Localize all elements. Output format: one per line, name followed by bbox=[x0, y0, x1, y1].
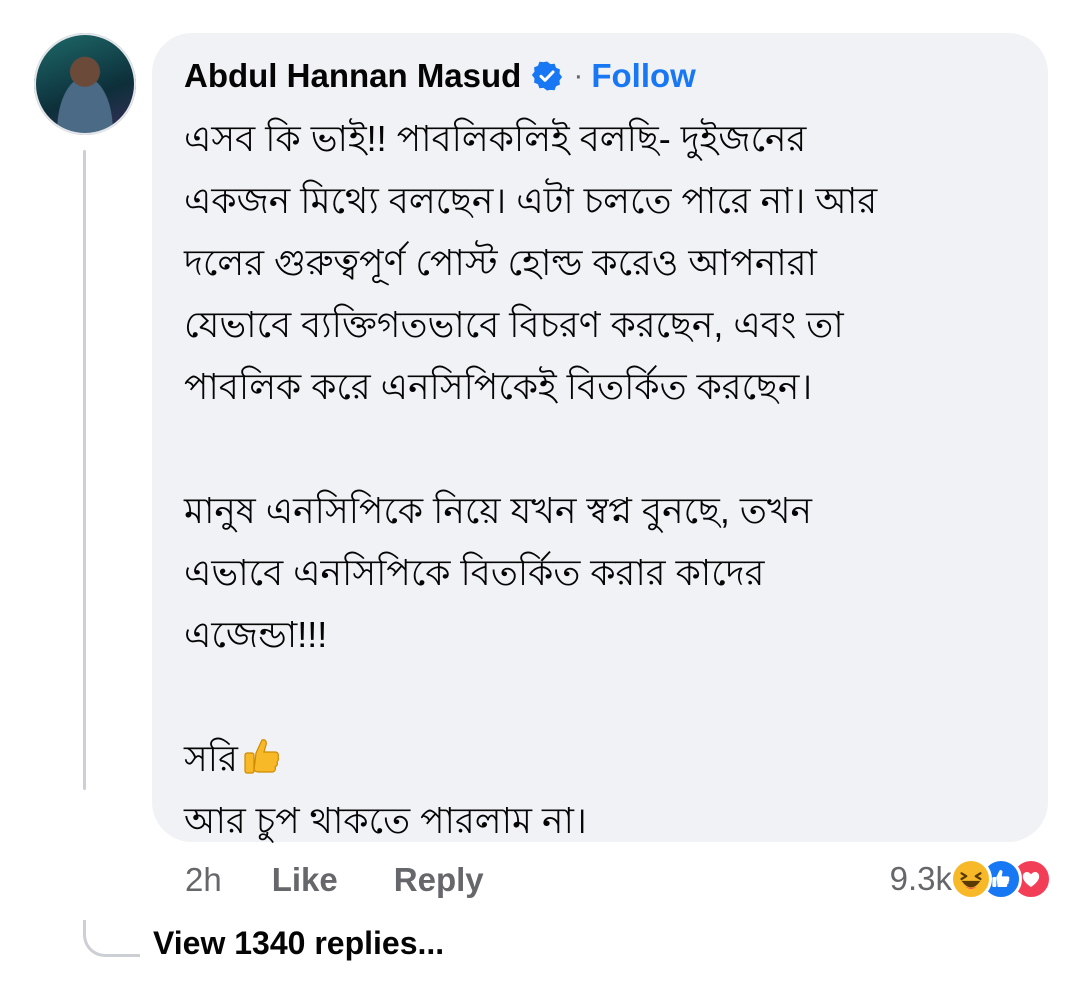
reaction-summary[interactable]: 9.3k bbox=[890, 856, 1052, 902]
timestamp[interactable]: 2h bbox=[185, 861, 222, 899]
thumbs-up-icon bbox=[242, 734, 280, 774]
thread-connector bbox=[83, 920, 140, 957]
comment-line: পাবলিক করে এনসিপিকেই বিতর্কিত করছেন। bbox=[184, 366, 813, 407]
header-separator: · bbox=[573, 59, 584, 92]
follow-button[interactable]: Follow bbox=[591, 57, 695, 95]
reply-button[interactable]: Reply bbox=[394, 861, 484, 899]
reaction-count[interactable]: 9.3k bbox=[890, 860, 952, 898]
author-avatar[interactable] bbox=[34, 33, 136, 135]
comment-body: এসব কি ভাই!! পাবলিকলিই বলছি- দুইজনের একজ… bbox=[184, 108, 1014, 852]
haha-icon bbox=[950, 858, 992, 900]
comment-line-sorry: সরি bbox=[184, 728, 1014, 790]
verified-badge-icon bbox=[531, 60, 563, 92]
comment-line: আর চুপ থাকতে পারলাম না। bbox=[184, 800, 587, 841]
comment-line: দলের গুরুত্বপূর্ণ পোস্ট হোল্ড করেও আপনার… bbox=[184, 242, 817, 283]
comment-line: মানুষ এনসিপিকে নিয়ে যখন স্বপ্ন বুনছে, ত… bbox=[184, 490, 812, 531]
view-replies-link[interactable]: View 1340 replies... bbox=[153, 925, 444, 962]
thread-line bbox=[83, 150, 86, 790]
comment-line: এসব কি ভাই!! পাবলিকলিই বলছি- দুইজনের bbox=[184, 118, 807, 159]
comment-line: একজন মিথ্যে বলছেন। এটা চলতে পারে না। আর bbox=[184, 180, 878, 221]
like-button[interactable]: Like bbox=[272, 861, 338, 899]
comment-actions: 2h Like Reply bbox=[185, 858, 540, 902]
sorry-text: সরি bbox=[184, 738, 238, 779]
comment-line: এভাবে এনসিপিকে বিতর্কিত করার কাদের bbox=[184, 552, 765, 593]
comment-line: যেভাবে ব্যক্তিগতভাবে বিচরণ করছেন, এবং তা bbox=[184, 304, 844, 345]
author-name[interactable]: Abdul Hannan Masud bbox=[184, 57, 521, 95]
comment-line: এজেন্ডা!!! bbox=[184, 614, 328, 655]
comment-header: Abdul Hannan Masud · Follow bbox=[184, 54, 696, 98]
